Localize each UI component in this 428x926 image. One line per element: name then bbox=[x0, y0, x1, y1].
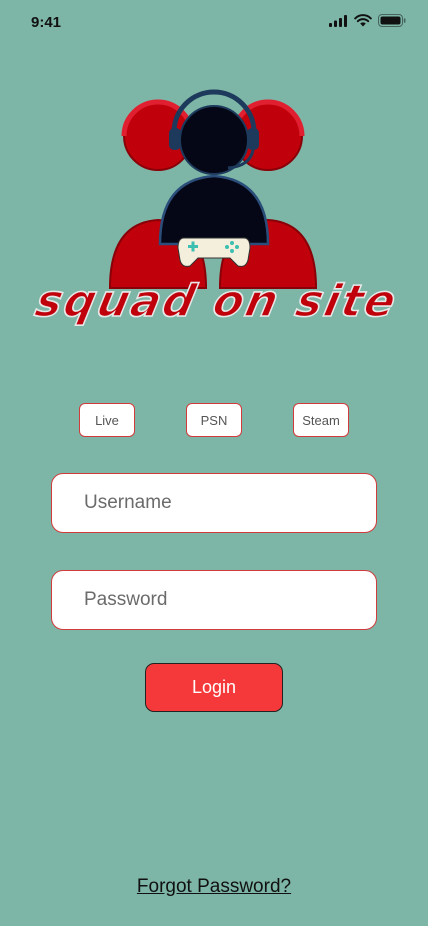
status-bar: 9:41 bbox=[0, 0, 428, 46]
username-field-container bbox=[51, 473, 377, 533]
platform-psn-button[interactable]: PSN bbox=[186, 403, 242, 437]
logo-text: squad on site bbox=[31, 276, 400, 326]
username-input[interactable] bbox=[52, 474, 376, 532]
battery-icon bbox=[378, 14, 406, 27]
password-field-container bbox=[51, 570, 377, 630]
platform-live-button[interactable]: Live bbox=[79, 403, 135, 437]
forgot-password-link[interactable]: Forgot Password? bbox=[0, 876, 428, 898]
login-button[interactable]: Login bbox=[145, 663, 283, 712]
status-time: 9:41 bbox=[31, 14, 62, 31]
platform-selector: Live PSN Steam bbox=[0, 403, 428, 439]
platform-steam-button[interactable]: Steam bbox=[293, 403, 349, 437]
logo-graphic: squad on site bbox=[30, 89, 403, 328]
wifi-icon bbox=[354, 14, 372, 27]
signal-icon bbox=[329, 14, 348, 27]
password-input[interactable] bbox=[52, 571, 376, 629]
app-logo: squad on site bbox=[28, 88, 403, 338]
gamepad-icon bbox=[177, 237, 251, 267]
status-icons bbox=[329, 14, 406, 27]
